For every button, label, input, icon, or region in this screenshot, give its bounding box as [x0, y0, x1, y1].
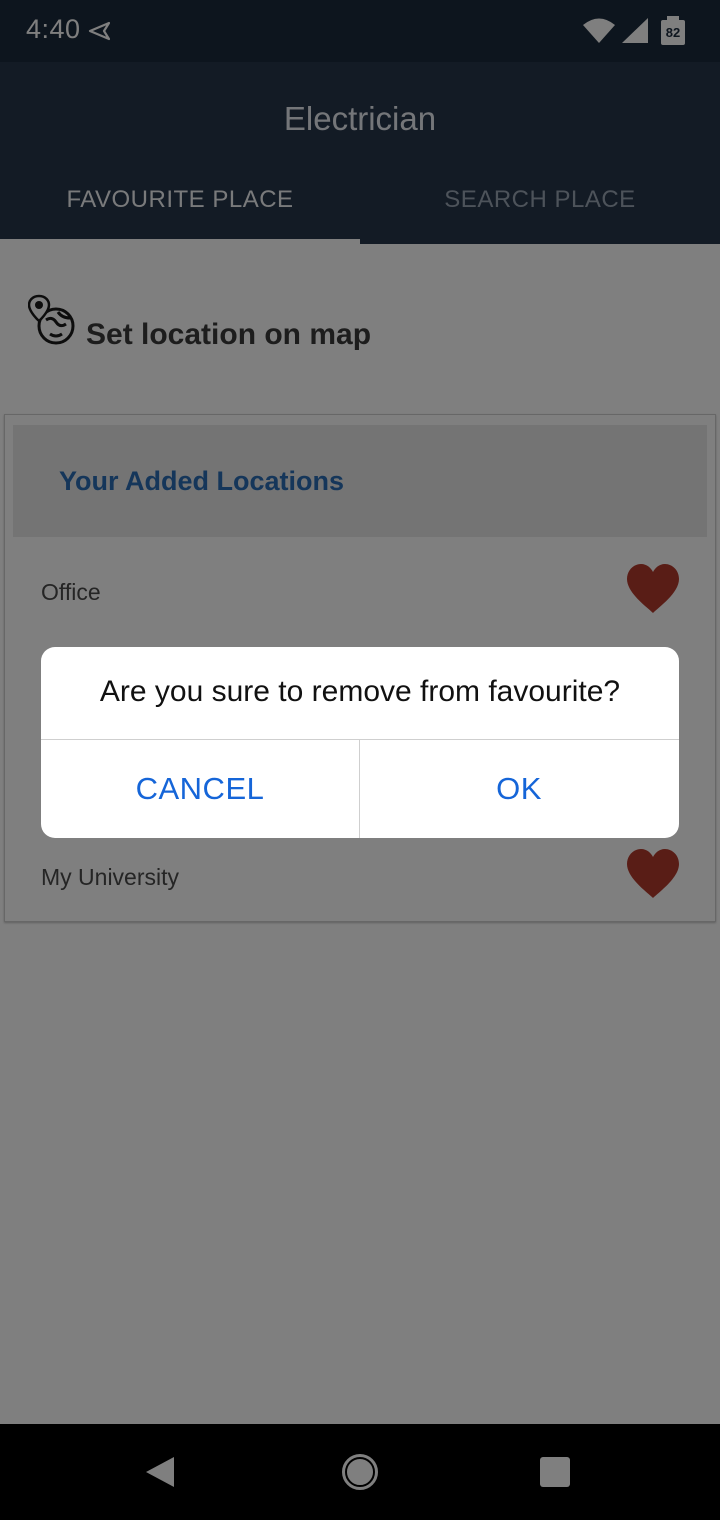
screen: 4:40 x 82 Electrician FAVOURITE PLACE SE…	[0, 0, 720, 1520]
dialog-message: Are you sure to remove from favourite?	[99, 675, 621, 708]
ok-button[interactable]: OK	[360, 740, 678, 838]
confirm-dialog: Are you sure to remove from favourite? C…	[41, 647, 679, 838]
cancel-button[interactable]: CANCEL	[41, 740, 359, 838]
